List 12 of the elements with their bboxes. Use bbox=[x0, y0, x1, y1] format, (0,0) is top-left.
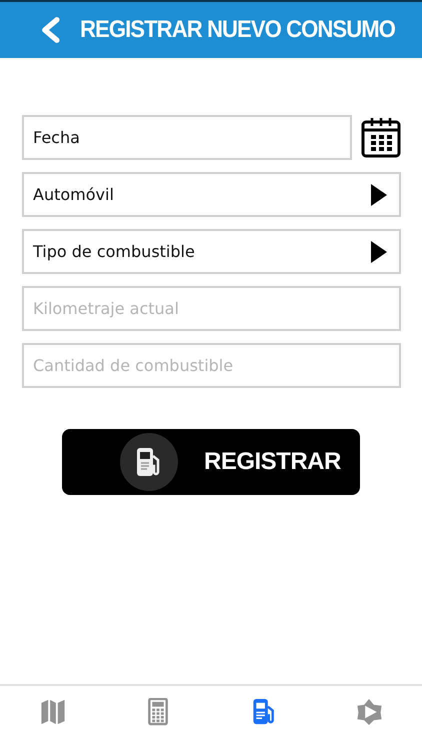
dropdown-field[interactable]: Automóvil bbox=[22, 172, 401, 217]
window-title: REGISTRAR NUEVO CONSUMO bbox=[80, 16, 395, 44]
play-icon bbox=[371, 184, 387, 206]
date-field[interactable]: Fecha bbox=[22, 115, 352, 160]
dropdown-field[interactable]: Tipo de combustible bbox=[22, 229, 401, 274]
register-button[interactable]: REGISTRAR bbox=[62, 429, 360, 495]
star-icon[interactable] bbox=[355, 698, 384, 726]
calendar-icon[interactable] bbox=[361, 117, 401, 158]
input-field[interactable]: Kilometraje actual bbox=[22, 286, 401, 331]
input-field[interactable]: Cantidad de combustible bbox=[22, 343, 401, 388]
map-icon[interactable] bbox=[38, 698, 67, 726]
play-icon bbox=[371, 240, 387, 262]
